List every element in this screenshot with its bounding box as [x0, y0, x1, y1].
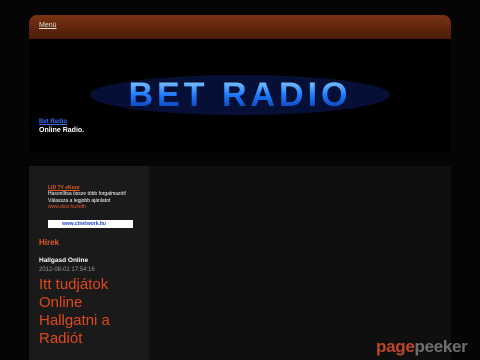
- ad-line1: Hasonlítsa össze több forgalmazót!: [48, 191, 127, 198]
- ad-block: LID TV eKeze Hasonlítsa össze több forga…: [48, 185, 126, 211]
- post-headline[interactable]: Itt tudjátok Online Hallgatni a Radiót: [39, 276, 139, 348]
- watermark: pagepeeker: [376, 337, 468, 357]
- news-heading: Hírek: [39, 238, 60, 247]
- logo-text: BET RADIO: [129, 76, 352, 114]
- watermark-part2: peeker: [414, 337, 468, 356]
- menu-link[interactable]: Menü: [39, 22, 57, 29]
- site-title[interactable]: Bet Radio: [39, 119, 67, 125]
- site-header: BET RADIO Bet Radio Online Radio.: [29, 39, 451, 152]
- menu-bar: Menü: [29, 15, 451, 39]
- bet-radio-logo: BET RADIO: [84, 73, 396, 117]
- ad-banner[interactable]: www.ctnetwork.hu: [48, 220, 133, 228]
- watermark-part1: page: [376, 337, 415, 356]
- post-date: 2012-08-01 17:54:16: [39, 267, 95, 273]
- sidebar: LID TV eKeze Hasonlítsa össze több forga…: [29, 166, 149, 360]
- site-subtitle: Online Radio.: [39, 127, 85, 134]
- ad-url: www.dssr.hu/edh: [48, 204, 86, 211]
- post-title[interactable]: Hallgasd Online: [39, 257, 88, 264]
- main-content: LID TV eKeze Hasonlítsa össze több forga…: [29, 166, 451, 360]
